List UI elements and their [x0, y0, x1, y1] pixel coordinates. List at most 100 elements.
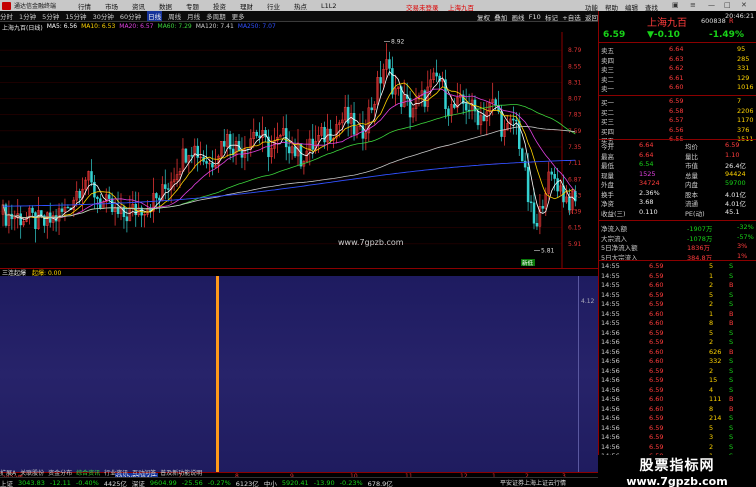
candle-body [293, 146, 297, 157]
chart-tool-2[interactable]: 画线 [512, 12, 525, 22]
candle-body [568, 196, 571, 211]
info-tab-0[interactable]: 扩展A [0, 468, 16, 477]
tick-row: 14:56 6.59 214 S [599, 414, 756, 422]
bid-price: 6.56 [669, 125, 684, 134]
index-name[interactable]: 中小 [264, 478, 277, 487]
chart-tool-5[interactable]: +自选 [562, 12, 580, 22]
tick-row: 14:55 6.59 5 S [599, 291, 756, 299]
period-tab-4[interactable]: 30分钟 [93, 11, 114, 21]
tick-volume: 214 [709, 414, 722, 422]
info-tab-3[interactable]: 综合资讯 [76, 468, 100, 477]
period-tab-9[interactable]: 多周期 [206, 11, 226, 21]
stat-label: 今开 [601, 143, 614, 151]
flow-row: 净流入额 -1907万 -32% [599, 223, 756, 233]
info-tab-5[interactable]: 互动问答 [132, 468, 156, 477]
skin-icon[interactable]: ▣ [672, 1, 679, 9]
y-tick-label: 5.91 [568, 241, 582, 248]
menu-item[interactable]: 投资 [213, 1, 226, 11]
chart-tool-4[interactable]: 标记 [545, 12, 558, 22]
info-tab-1[interactable]: 关联股份 [20, 468, 44, 477]
candle-body [125, 216, 129, 222]
site-watermark: 股票指标网 www.7gpzb.com [598, 455, 756, 487]
period-tab-3[interactable]: 15分钟 [65, 11, 86, 21]
period-tab-1[interactable]: 1分钟 [19, 11, 36, 21]
tick-row: 14:56 6.59 3 S [599, 433, 756, 441]
chart-tool-6[interactable]: 返回 [585, 12, 598, 22]
menu-item[interactable]: 行业 [267, 1, 280, 11]
tick-volume: 2 [709, 281, 714, 289]
menu-item[interactable]: 数据 [159, 1, 172, 11]
menu-item[interactable]: 资讯 [132, 1, 145, 11]
candle-body [526, 166, 530, 203]
tick-price: 6.59 [649, 442, 664, 451]
menu-item[interactable]: 市场 [105, 1, 118, 11]
ask-volume: 129 [737, 73, 750, 82]
tick-volume: 332 [709, 357, 722, 365]
period-tab-6[interactable]: 日线 [147, 11, 163, 21]
info-tab-4[interactable]: 行业资讯 [104, 468, 128, 477]
indicator-axis-label: 4.12 [581, 298, 595, 305]
period-tab-0[interactable]: 分时 [0, 11, 13, 21]
tick-price: 6.60 [649, 357, 664, 365]
price-change: ▼-0.10 [647, 30, 680, 40]
tick-volume: 1 [709, 309, 714, 318]
candle-body [66, 206, 70, 209]
flow-value: -1078万 [687, 234, 713, 243]
flow-pct: 3% [737, 242, 748, 250]
info-tab-2[interactable]: 资金分布 [48, 468, 72, 477]
info-tab-6[interactable]: 普及新功能说明 [160, 468, 202, 477]
period-tab-2[interactable]: 5分钟 [42, 11, 59, 21]
candle-body [223, 141, 226, 147]
tick-row: 14:56 6.59 2 S [599, 338, 756, 346]
indicator-panel[interactable]: 4.12 [0, 276, 598, 472]
candle-body [556, 178, 559, 192]
menu-item[interactable]: 热点 [294, 1, 307, 11]
menu-item[interactable]: L1L2 [321, 2, 337, 10]
tick-side: S [729, 338, 734, 346]
flow-pct: 1% [737, 251, 748, 260]
period-tab-7[interactable]: 周线 [168, 11, 181, 21]
maximize-icon[interactable]: □ [724, 1, 731, 9]
candle-body [107, 194, 111, 199]
tick-row: 14:55 6.59 5 S [599, 262, 756, 270]
candle-body [287, 146, 291, 154]
menu-item[interactable]: 行情 [78, 1, 91, 11]
chart-tool-0[interactable]: 复权 [477, 12, 490, 22]
stat-value: 6.64 [639, 141, 654, 149]
ask-volume: 331 [737, 64, 750, 72]
tick-time: 14:56 [601, 338, 620, 346]
period-tab-5[interactable]: 60分钟 [120, 11, 141, 21]
period-tab-8[interactable]: 月线 [187, 11, 200, 21]
tick-time: 14:56 [601, 433, 620, 441]
chart-tool-3[interactable]: F10 [529, 13, 541, 21]
tick-side: S [729, 357, 734, 365]
menu-item[interactable]: 理财 [240, 1, 253, 11]
chart-toolbar: 复权 叠加 画线 F10 标记 +自选 返回 [477, 11, 598, 22]
period-tab-10[interactable]: 更多 [232, 11, 245, 21]
menu-item[interactable]: 专题 [186, 1, 199, 11]
tick-volume: 5 [709, 262, 714, 270]
bid-volume: 7 [737, 97, 742, 105]
y-tick-label: 7.35 [568, 144, 582, 151]
stock-chart-title: 上海九百(日线) [2, 25, 43, 32]
candle-body [388, 59, 391, 69]
settings-icon[interactable]: ≡ [690, 1, 696, 9]
close-icon[interactable]: ✕ [741, 1, 747, 9]
index-value: 5920.41 [281, 478, 309, 487]
index-name[interactable]: 深证 [132, 478, 145, 487]
minimize-icon[interactable]: — [708, 1, 715, 9]
code-row: 600838 R [599, 17, 756, 25]
ask-price: 6.60 [669, 83, 684, 91]
chart-tool-1[interactable]: 叠加 [494, 12, 507, 22]
stat-value: 6.64 [639, 150, 654, 159]
index-amount: 678.9亿 [367, 479, 393, 487]
indicator-axis-line [578, 276, 579, 472]
ask-volume: 285 [737, 54, 750, 63]
ask-row: 卖三 6.62 331 [599, 64, 756, 74]
candle-body [211, 162, 214, 168]
bid-row: 买二 6.58 2206 [599, 107, 756, 117]
bottom-left-tabs: 扩展A 关联股份 资金分布 综合资讯 行业资讯 互动问答 普及新功能说明 [0, 468, 320, 477]
y-tick-label: 8.07 [568, 96, 582, 103]
kline-chart[interactable]: 8.798.558.318.077.837.597.357.116.876.63… [0, 32, 598, 268]
index-name[interactable]: 上证 [0, 478, 13, 487]
